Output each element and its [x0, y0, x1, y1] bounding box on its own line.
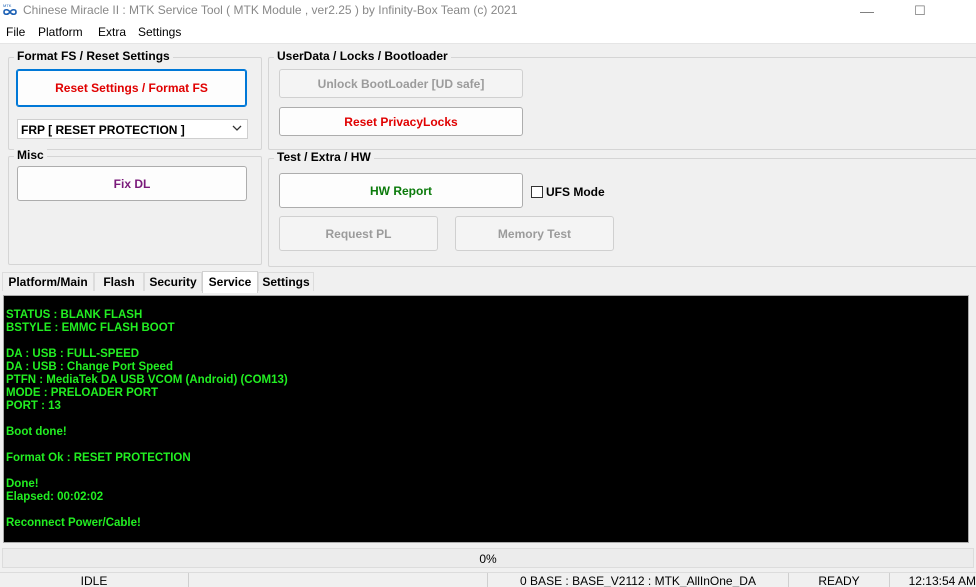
- hw-report-button[interactable]: HW Report: [279, 173, 523, 208]
- status-base: 0 BASE : BASE_V2112 : MTK_AllInOne_DA: [488, 573, 789, 587]
- title-bar: MTK Chinese Miracle II : MTK Service Too…: [0, 0, 976, 22]
- format-fs-group-title: Format FS / Reset Settings: [14, 49, 173, 63]
- fix-dl-button[interactable]: Fix DL: [17, 166, 247, 201]
- tab-settings[interactable]: Settings: [258, 272, 314, 291]
- chevron-down-icon: [232, 125, 242, 131]
- log-line: Format Ok : RESET PROTECTION: [6, 452, 191, 464]
- status-state: IDLE: [0, 573, 189, 587]
- menu-extra[interactable]: Extra: [98, 25, 126, 39]
- menu-bar: File Platform Extra Settings: [0, 22, 976, 44]
- tab-flash[interactable]: Flash: [94, 272, 144, 291]
- reset-privacy-locks-button[interactable]: Reset PrivacyLocks: [279, 107, 523, 136]
- minimize-button[interactable]: —: [852, 2, 882, 20]
- ufs-mode-label: UFS Mode: [546, 185, 605, 199]
- log-line: DA : USB : Change Port Speed: [6, 361, 173, 373]
- tab-platform-main[interactable]: Platform/Main: [2, 272, 94, 291]
- menu-settings[interactable]: Settings: [138, 25, 181, 39]
- progress-bar: 0%: [2, 548, 974, 568]
- progress-text: 0%: [479, 552, 497, 566]
- window-title: Chinese Miracle II : MTK Service Tool ( …: [23, 3, 518, 17]
- tab-service[interactable]: Service: [202, 271, 258, 293]
- log-line: DA : USB : FULL-SPEED: [6, 348, 140, 360]
- log-console[interactable]: STATUS : BLANK FLASH BSTYLE : EMMC FLASH…: [3, 295, 969, 543]
- test-extra-hw-group-title: Test / Extra / HW: [274, 150, 374, 164]
- log-line: MODE : PRELOADER PORT: [6, 387, 159, 399]
- log-line: Reconnect Power/Cable!: [6, 517, 141, 529]
- unlock-bootloader-button[interactable]: Unlock BootLoader [UD safe]: [279, 69, 523, 98]
- log-line: PTFN : MediaTek DA USB VCOM (Android) (C…: [6, 374, 288, 386]
- log-line: STATUS : BLANK FLASH: [6, 309, 143, 321]
- misc-group-title: Misc: [14, 148, 47, 162]
- status-time: 12:13:54 AM: [908, 574, 976, 587]
- log-line: PORT : 13: [6, 400, 61, 412]
- status-bar: IDLE 0 BASE : BASE_V2112 : MTK_AllInOne_…: [0, 572, 976, 587]
- log-line: Elapsed: 00:02:02: [6, 491, 104, 503]
- menu-platform[interactable]: Platform: [38, 25, 83, 39]
- reset-settings-format-fs-button[interactable]: Reset Settings / Format FS: [16, 69, 247, 107]
- status-empty: [189, 573, 488, 587]
- log-line: Boot done!: [6, 426, 67, 438]
- svg-text:MTK: MTK: [3, 3, 12, 8]
- userdata-locks-group-title: UserData / Locks / Bootloader: [274, 49, 451, 63]
- tab-security[interactable]: Security: [144, 272, 202, 291]
- format-mode-select-value: FRP [ RESET PROTECTION ]: [21, 123, 185, 137]
- status-ready: READY: [789, 573, 890, 587]
- ufs-mode-checkbox[interactable]: UFS Mode: [531, 185, 605, 199]
- infinity-logo-icon: MTK: [3, 3, 17, 16]
- log-line: Done!: [6, 478, 39, 490]
- format-mode-select[interactable]: FRP [ RESET PROTECTION ]: [17, 119, 248, 139]
- maximize-button[interactable]: ☐: [905, 2, 935, 20]
- ufs-mode-checkbox-box[interactable]: [531, 186, 543, 198]
- menu-file[interactable]: File: [6, 25, 25, 39]
- log-line: BSTYLE : EMMC FLASH BOOT: [6, 322, 175, 334]
- memory-test-button[interactable]: Memory Test: [455, 216, 614, 251]
- request-pl-button[interactable]: Request PL: [279, 216, 438, 251]
